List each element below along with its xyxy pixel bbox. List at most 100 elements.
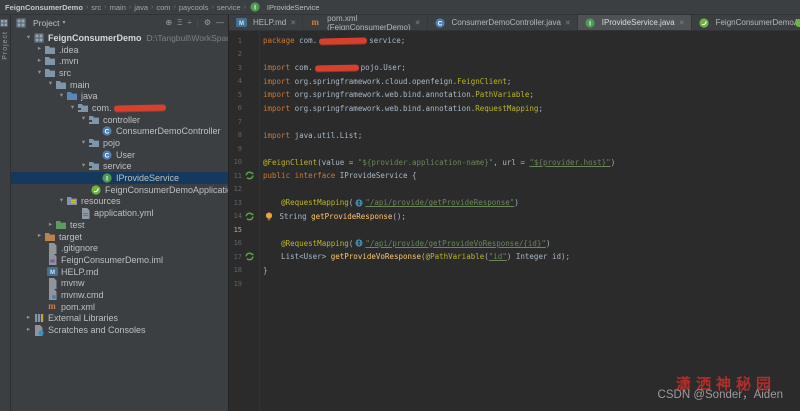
hide-panel-icon[interactable]: — bbox=[216, 18, 224, 27]
close-tab-icon[interactable]: ✕ bbox=[565, 19, 571, 27]
tree-item-scratches-and-consoles[interactable]: ▸ Scratches and Consoles bbox=[11, 324, 228, 336]
code-line-12[interactable] bbox=[263, 183, 800, 197]
breadcrumb-current[interactable]: I IProvideService bbox=[249, 2, 319, 12]
tree-item--mvn[interactable]: ▸ .mvn bbox=[11, 55, 228, 67]
tree-item-target[interactable]: ▸ target bbox=[11, 231, 228, 243]
code-line-11[interactable]: public interface IProvideService { bbox=[263, 169, 800, 183]
tree-item-feignconsumerdemoapplication[interactable]: FeignConsumerDemoApplication bbox=[11, 184, 228, 196]
tree-item--idea[interactable]: ▸ .idea bbox=[11, 44, 228, 56]
editor-tab-feignconsumerdemoapplication-java[interactable]: FeignConsumerDemoApplication.java✕ bbox=[692, 15, 800, 30]
locate-file-icon[interactable]: ⊕ bbox=[165, 18, 172, 27]
editor-tab-help-md[interactable]: M HELP.md ✕ bbox=[229, 15, 304, 30]
tree-item-com-[interactable]: ▾ com. bbox=[11, 102, 228, 114]
chevron-expanded-icon[interactable]: ▾ bbox=[79, 116, 88, 123]
editor-tab-consumerdemocontroller-java[interactable]: C ConsumerDemoController.java ✕ bbox=[428, 15, 578, 30]
editor-tab-pom-xml-feignconsumerdemo-[interactable]: m pom.xml (FeignConsumerDemo) ✕ bbox=[303, 15, 428, 30]
chevron-expanded-icon[interactable]: ▾ bbox=[35, 69, 44, 77]
code-line-6[interactable]: import org.springframework.web.bind.anno… bbox=[263, 102, 800, 116]
spring-bean-icon[interactable] bbox=[242, 252, 256, 261]
tree-item-pojo[interactable]: ▾ pojo bbox=[11, 137, 228, 149]
code-line-5[interactable]: import org.springframework.web.bind.anno… bbox=[263, 88, 800, 102]
code-token: java.util.List; bbox=[294, 130, 363, 140]
chevron-collapsed-icon[interactable]: ▸ bbox=[24, 315, 33, 322]
code-line-16[interactable]: @RequestMapping("/api/provide/getProvide… bbox=[263, 237, 800, 251]
breadcrumb-item[interactable]: com bbox=[156, 3, 170, 12]
close-tab-icon[interactable]: ✕ bbox=[290, 19, 296, 27]
code-line-18[interactable]: } bbox=[263, 264, 800, 278]
close-tab-icon[interactable]: ✕ bbox=[415, 19, 421, 27]
tree-item-mvnw-cmd[interactable]: mvnw.cmd bbox=[11, 289, 228, 301]
tree-item-label: FeignConsumerDemo.iml bbox=[61, 254, 164, 265]
code-line-13[interactable]: @RequestMapping("/api/provide/getProvide… bbox=[263, 196, 800, 210]
code-line-19[interactable] bbox=[263, 277, 800, 291]
code-line-3[interactable]: import com. pojo.User; bbox=[263, 61, 800, 75]
tree-item-application-yml[interactable]: application.yml bbox=[11, 207, 228, 219]
tree-item-help-md[interactable]: M HELP.md bbox=[11, 266, 228, 278]
tree-item-src[interactable]: ▾ src bbox=[11, 67, 228, 79]
chevron-collapsed-icon[interactable]: ▸ bbox=[46, 221, 55, 229]
breadcrumb-separator: › bbox=[211, 3, 214, 11]
chevron-expanded-icon[interactable]: ▾ bbox=[46, 81, 55, 88]
tree-item-consumerdemocontroller[interactable]: C ConsumerDemoController bbox=[11, 126, 228, 138]
project-panel-title[interactable]: Project bbox=[33, 18, 59, 28]
tree-item-iprovideservice[interactable]: I IProvideService bbox=[11, 172, 228, 184]
breadcrumb-separator: › bbox=[173, 3, 176, 11]
chevron-expanded-icon[interactable]: ▾ bbox=[57, 198, 66, 205]
bulb-icon[interactable] bbox=[265, 212, 273, 221]
chevron-expanded-icon[interactable]: ▾ bbox=[68, 104, 77, 112]
breadcrumb-item[interactable]: main bbox=[110, 3, 126, 12]
chevron-expanded-icon[interactable]: ▾ bbox=[57, 93, 66, 100]
code-line-1[interactable]: package com. service; bbox=[263, 34, 800, 48]
tree-item-external-libraries[interactable]: ▸ External Libraries bbox=[11, 313, 228, 325]
breadcrumb-item[interactable]: service bbox=[217, 3, 241, 12]
code-line-10[interactable]: @FeignClient (value = "${provider.applica… bbox=[263, 156, 800, 170]
tree-item-java[interactable]: ▾ java bbox=[11, 90, 228, 102]
tree-item--gitignore[interactable]: .gitignore bbox=[11, 242, 228, 254]
chevron-collapsed-icon[interactable]: ▸ bbox=[35, 46, 44, 53]
breadcrumb-item[interactable]: java bbox=[134, 3, 148, 12]
code-line-7[interactable] bbox=[263, 115, 800, 129]
editor-tab-iprovideservice-java[interactable]: I IProvideService.java ✕ bbox=[577, 15, 692, 30]
chevron-collapsed-icon[interactable]: ▸ bbox=[24, 326, 33, 334]
code-area[interactable]: package com. service; import com. pojo.User… bbox=[260, 31, 800, 411]
chevron-collapsed-icon[interactable]: ▸ bbox=[35, 57, 44, 65]
code-token: getProvideResponse bbox=[311, 211, 393, 221]
tree-item-test[interactable]: ▸ test bbox=[11, 219, 228, 231]
chevron-collapsed-icon[interactable]: ▸ bbox=[35, 233, 44, 240]
tree-item-pom-xml[interactable]: m pom.xml bbox=[11, 301, 228, 313]
tree-item-user[interactable]: C User bbox=[11, 149, 228, 161]
chevron-expanded-icon[interactable]: ▾ bbox=[79, 139, 88, 147]
tree-item-service[interactable]: ▾ service bbox=[11, 161, 228, 173]
chevron-down-icon[interactable]: ▾ bbox=[62, 19, 65, 26]
project-tool-icon[interactable] bbox=[0, 17, 10, 29]
tree-item-mvnw[interactable]: mvnw bbox=[11, 277, 228, 289]
tree-item-feignconsumerdemo-iml[interactable]: FeignConsumerDemo.iml bbox=[11, 254, 228, 266]
chevron-expanded-icon[interactable]: ▾ bbox=[79, 163, 88, 170]
spring-bean-icon[interactable] bbox=[242, 212, 256, 221]
collapse-all-icon[interactable]: Ξ bbox=[177, 18, 182, 27]
code-line-9[interactable] bbox=[263, 142, 800, 156]
tree-item-controller[interactable]: ▾ controller bbox=[11, 114, 228, 126]
chevron-expanded-icon[interactable]: ▾ bbox=[24, 34, 33, 42]
tree-item-main[interactable]: ▾ main bbox=[11, 79, 228, 91]
code-line-2[interactable] bbox=[263, 48, 800, 62]
code-line-17[interactable]: List<User> getProvideVoResponse(@PathVar… bbox=[263, 250, 800, 264]
code-editor[interactable]: 1 2 3 4 5 6 7 8 9 10 11 12 13 14 15 16 17 18 19 package co… bbox=[229, 31, 800, 411]
settings-gear-icon[interactable]: ⚙ bbox=[204, 18, 211, 27]
tree-item-label: .idea bbox=[59, 44, 79, 55]
spring-bean-icon[interactable] bbox=[242, 171, 256, 180]
breadcrumb-item[interactable]: paycools bbox=[179, 3, 209, 12]
code-line-8[interactable]: import java.util.List; bbox=[263, 129, 800, 143]
code-line-15[interactable] bbox=[263, 223, 800, 237]
expand-all-icon[interactable]: ÷ bbox=[187, 18, 191, 27]
tree-item-resources[interactable]: ▾ resources bbox=[11, 196, 228, 208]
tool-strip-label[interactable]: Project bbox=[2, 31, 9, 60]
close-tab-icon[interactable]: ✕ bbox=[679, 19, 685, 27]
code-line-14[interactable]: String getProvideResponse (); bbox=[263, 210, 800, 224]
line-number: 5 bbox=[237, 90, 242, 99]
svg-text:I: I bbox=[589, 20, 591, 27]
breadcrumb-item[interactable]: FeignConsumerDemo bbox=[5, 3, 83, 12]
breadcrumb-item[interactable]: src bbox=[91, 3, 101, 12]
tree-item-feignconsumerdemo[interactable]: ▾ FeignConsumerDemo D:\Tangbull\WorkSpace\… bbox=[11, 32, 228, 44]
code-line-4[interactable]: import org.springframework.cloud.openfei… bbox=[263, 75, 800, 89]
